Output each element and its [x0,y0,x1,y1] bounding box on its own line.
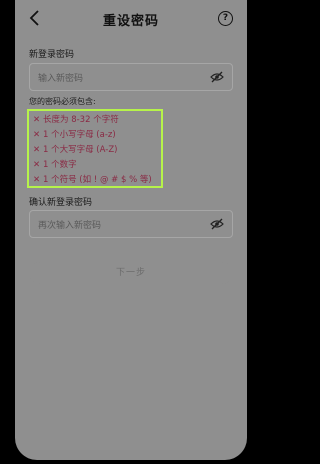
header: 重设密码 ? [15,0,247,36]
new-password-placeholder: 输入新密码 [38,74,84,84]
toggle-password-visibility-button[interactable] [210,71,224,83]
requirement-item: ✕ 长度为 8-32 个字符 [33,113,157,128]
cross-icon: ✕ [33,175,41,185]
eye-off-icon [210,71,224,83]
new-password-input[interactable]: 输入新密码 [29,63,233,91]
confirm-password-input[interactable]: 再次输入新密码 [29,210,233,238]
cross-icon: ✕ [33,160,41,170]
requirement-item: ✕ 1 个符号 (如 ! @ # $ % 等) [33,173,157,188]
requirement-item: ✕ 1 个大写字母 (A-Z) [33,143,157,158]
next-button[interactable]: 下一步 [29,262,233,284]
requirement-item: ✕ 1 个小写字母 (a-z) [33,128,157,143]
cross-icon: ✕ [33,115,41,125]
cross-icon: ✕ [33,145,41,155]
cross-icon: ✕ [33,130,41,140]
page-title: 重设密码 [102,14,159,29]
help-icon[interactable]: ? [218,11,233,26]
confirm-password-label: 确认新登录密码 [29,198,93,208]
toggle-confirm-visibility-button[interactable] [210,218,224,230]
new-password-label: 新登录密码 [29,50,75,60]
eye-off-icon [210,218,224,230]
requirement-item: ✕ 1 个数字 [33,158,157,173]
confirm-password-placeholder: 再次输入新密码 [38,221,102,231]
requirements-title: 您的密码必须包含: [29,97,96,106]
password-requirements-list: ✕ 长度为 8-32 个字符 ✕ 1 个小写字母 (a-z) ✕ 1 个大写字母 (A… [27,109,163,188]
app-screen: 重设密码 ? 新登录密码 输入新密码 您的密码必须包含: ✕ 长度为 8-32 个… [15,0,247,460]
